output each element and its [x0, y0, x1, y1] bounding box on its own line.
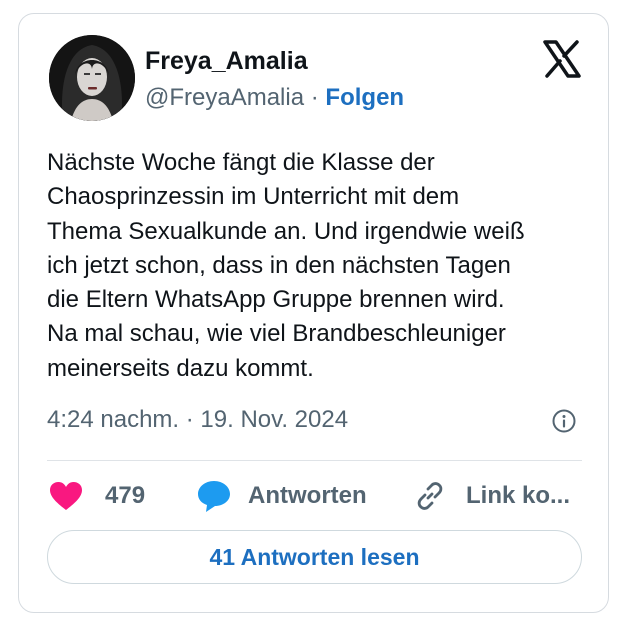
copy-link-label: Link ko... [466, 482, 571, 509]
separator-dot: · [310, 84, 319, 111]
tweet-text-line: Nächste Woche fängt die Klasse der [47, 149, 435, 176]
like-button[interactable]: 479 [49, 476, 145, 516]
tweet-text-line: Thema Sexualkunde an. Und irgendwie weiß [47, 217, 525, 245]
timestamp[interactable]: 4:24 nachm. · 19. Nov. 2024 [47, 406, 348, 434]
tweet-text-line: Chaosprinzessin im Unterricht mit dem [47, 183, 460, 211]
like-count: 479 [105, 482, 146, 509]
handle-row: @FreyaAmalia · Folgen [145, 84, 404, 112]
speech-bubble-icon [198, 481, 230, 512]
follow-button[interactable]: Folgen [325, 84, 404, 111]
tweet-text-line: meinerseits dazu kommt. [47, 354, 314, 382]
avatar[interactable] [49, 35, 135, 121]
heart-icon [50, 482, 82, 510]
tweet-text-line: die Eltern WhatsApp Gruppe brennen wird. [47, 286, 505, 314]
copy-link-button[interactable]: Link ko... [414, 476, 570, 516]
x-logo-icon[interactable] [542, 40, 582, 78]
link-icon [417, 482, 443, 510]
tweet-text-line: Na mal schau, wie viel Brandbeschleunige… [47, 320, 506, 348]
read-replies-button[interactable]: 41 Antworten lesen [47, 530, 582, 584]
tweet-card: Freya_Amalia @FreyaAmalia · Folgen Nächs… [18, 13, 609, 613]
reply-button[interactable]: Antworten [196, 476, 367, 516]
handle[interactable]: @FreyaAmalia [145, 84, 304, 111]
info-icon[interactable] [551, 408, 577, 434]
tweet-text: Nächste Woche fängt die Klasse der Chaos… [47, 146, 592, 386]
divider [47, 460, 582, 461]
display-name[interactable]: Freya_Amalia [145, 47, 308, 76]
reply-label: Antworten [248, 482, 367, 509]
tweet-text-line: ich jetzt schon, dass in den nächsten Ta… [47, 251, 511, 279]
